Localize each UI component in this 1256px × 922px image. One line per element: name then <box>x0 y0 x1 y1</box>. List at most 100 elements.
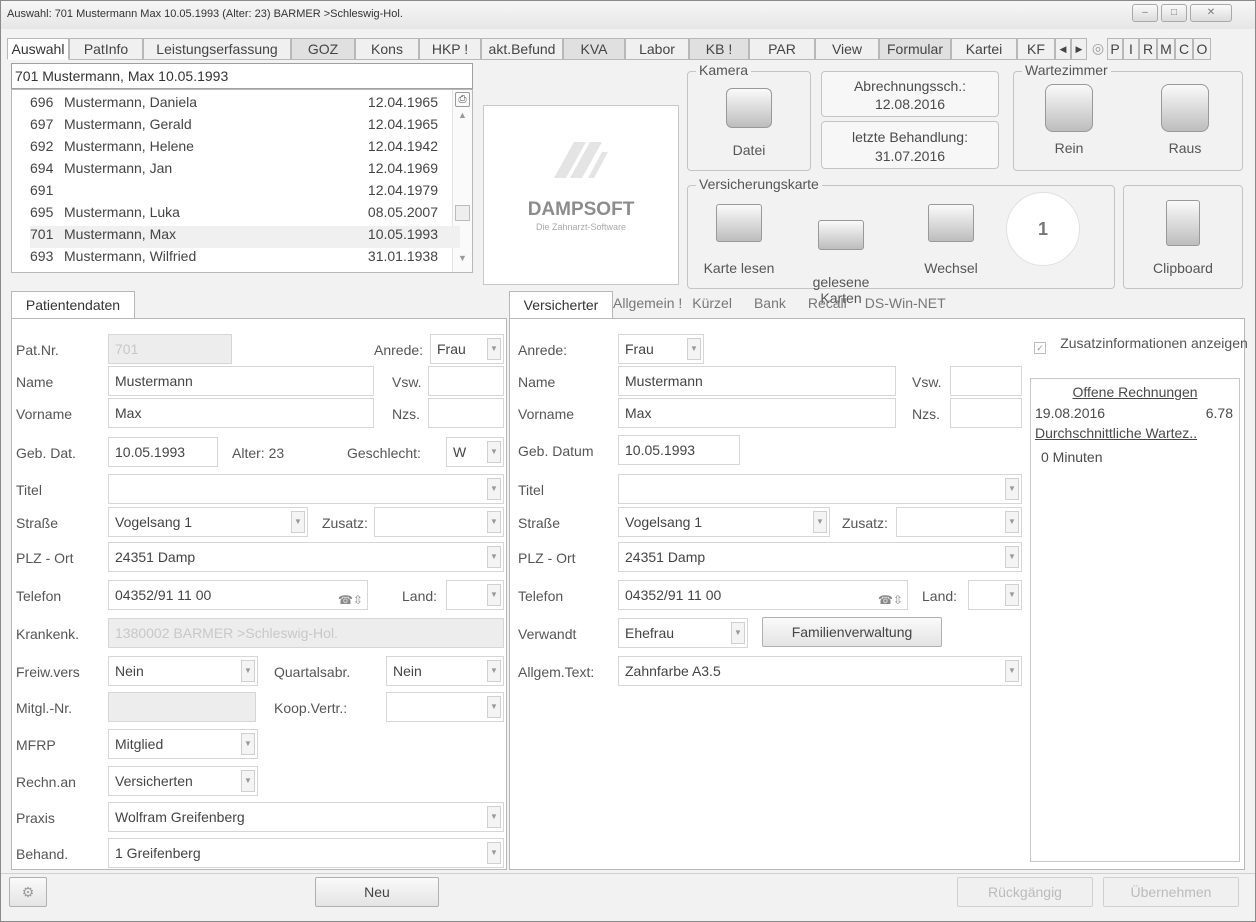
tab-kartei[interactable]: Kartei <box>951 38 1017 60</box>
chevron-down-icon[interactable]: ▼ <box>687 338 701 360</box>
vs-land-select[interactable]: ▼ <box>968 580 1022 610</box>
chevron-down-icon[interactable]: ▼ <box>1005 478 1019 500</box>
behand-select[interactable]: 1 Greifenberg ▼ <box>108 838 504 868</box>
tab-akt-befund[interactable]: akt.Befund <box>481 38 563 60</box>
tab-recall[interactable]: Recall <box>808 295 847 311</box>
chevron-down-icon[interactable]: ▼ <box>487 441 501 463</box>
plz-ort-select[interactable]: 24351 Damp ▼ <box>108 542 504 572</box>
chevron-down-icon[interactable]: ▼ <box>487 511 501 533</box>
land-select[interactable]: ▼ <box>446 580 504 610</box>
praxis-select[interactable]: Wolfram Greifenberg ▼ <box>108 802 504 832</box>
karte-lesen-button[interactable]: Karte lesen <box>698 204 780 276</box>
telefon-field[interactable]: 04352/91 11 00 ☎⇳ <box>108 580 368 610</box>
patient-list-item[interactable]: 694 Mustermann, Jan 12.04.1969 <box>30 160 460 182</box>
tab-patinfo[interactable]: PatInfo <box>69 38 143 60</box>
chevron-down-icon[interactable]: ▼ <box>487 842 501 864</box>
offene-rechnungen-link[interactable]: Offene Rechnungen <box>1031 384 1239 400</box>
chevron-down-icon[interactable]: ▼ <box>1005 660 1019 682</box>
nzs-field[interactable] <box>428 398 504 428</box>
vs-allgem-select[interactable]: Zahnfarbe A3.5 ▼ <box>618 656 1022 686</box>
strasse-select[interactable]: Vogelsang 1 ▼ <box>108 507 308 537</box>
vs-strasse-select[interactable]: Vogelsang 1 ▼ <box>618 507 830 537</box>
tab-letter-i[interactable]: I <box>1123 38 1139 60</box>
vs-geb-field[interactable]: 10.05.1993 <box>618 435 740 465</box>
mfrp-select[interactable]: Mitglied ▼ <box>108 729 258 759</box>
tab-auswahl[interactable]: Auswahl <box>7 38 69 60</box>
chevron-down-icon[interactable]: ▼ <box>487 546 501 568</box>
rueckgaengig-button[interactable]: Rückgängig <box>957 877 1093 907</box>
phone-icon[interactable]: ☎⇳ <box>338 586 363 609</box>
tab-labor[interactable]: Labor <box>625 38 689 60</box>
tab-ds-win-net[interactable]: DS-Win-NET <box>865 295 946 311</box>
familienverwaltung-button[interactable]: Familienverwaltung <box>762 617 942 647</box>
clipboard-button[interactable]: Clipboard <box>1123 185 1243 289</box>
freiw-select[interactable]: Nein ▼ <box>108 656 258 686</box>
phone-icon[interactable]: ☎⇳ <box>878 586 903 609</box>
datei-button[interactable]: Datei <box>688 88 810 158</box>
patient-list-item[interactable]: 696 Mustermann, Daniela 12.04.1965 <box>30 94 460 116</box>
vorname-field[interactable]: Max <box>108 398 374 428</box>
rechn-select[interactable]: Versicherten ▼ <box>108 766 258 796</box>
mitgl-field[interactable] <box>108 692 256 722</box>
chevron-down-icon[interactable]: ▼ <box>487 660 501 682</box>
tab-kf[interactable]: KF <box>1017 38 1055 60</box>
tab-leistungserfassung[interactable]: Leistungserfassung <box>143 38 291 60</box>
vs-anrede-select[interactable]: Frau ▼ <box>618 334 704 364</box>
tab-kb[interactable]: KB ! <box>689 38 749 60</box>
chevron-down-icon[interactable]: ▼ <box>1005 546 1019 568</box>
tab-letter-r[interactable]: R <box>1139 38 1157 60</box>
tab-scroll-left[interactable]: ◀ <box>1055 38 1071 60</box>
titel-select[interactable]: ▼ <box>108 474 504 504</box>
raus-button[interactable]: Raus <box>1140 84 1230 156</box>
patient-list-item[interactable]: 691 Mustermann, Leonie 12.04.1979 <box>30 182 460 204</box>
tab-letter-m[interactable]: M <box>1157 38 1175 60</box>
tab-letter-c[interactable]: C <box>1175 38 1193 60</box>
vs-nzs-field[interactable] <box>950 398 1022 428</box>
close-button[interactable]: ✕ <box>1190 4 1232 22</box>
patient-list-item[interactable]: 692 Mustermann, Helene 12.04.1942 <box>30 138 460 160</box>
wechsel-button[interactable]: Wechsel <box>910 204 992 276</box>
vsw-field[interactable] <box>428 366 504 396</box>
tab-formular[interactable]: Formular <box>879 38 951 60</box>
vs-verwandt-select[interactable]: Ehefrau ▼ <box>618 618 748 648</box>
patient-list-item[interactable]: 701 Mustermann, Max 10.05.1993 <box>30 226 460 248</box>
vs-vsw-field[interactable] <box>950 366 1022 396</box>
chevron-down-icon[interactable]: ▼ <box>487 478 501 500</box>
tab-view[interactable]: View <box>815 38 879 60</box>
vs-zusatz-select[interactable]: ▼ <box>896 507 1022 537</box>
chevron-down-icon[interactable]: ▼ <box>241 660 255 682</box>
chevron-down-icon[interactable]: ▼ <box>731 622 745 644</box>
tab-par[interactable]: PAR <box>749 38 815 60</box>
geschlecht-select[interactable]: W ▼ <box>446 437 504 467</box>
help-icon[interactable]: ◎ <box>1089 38 1107 60</box>
patient-list[interactable]: ⎙ ▲ ▼ 696 Mustermann, Daniela 12.04.1965 69… <box>11 89 473 273</box>
chevron-down-icon[interactable]: ▼ <box>487 584 501 606</box>
tab-hkp[interactable]: HKP ! <box>419 38 481 60</box>
anrede-select[interactable]: Frau ▼ <box>430 334 504 364</box>
tab-kons[interactable]: Kons <box>355 38 419 60</box>
name-field[interactable]: Mustermann <box>108 366 374 396</box>
zusatz-select[interactable]: ▼ <box>374 507 504 537</box>
tab-versicherter[interactable]: Versicherter <box>509 291 613 319</box>
tab-goz[interactable]: GOZ <box>291 38 355 60</box>
tab-scroll-right[interactable]: ▶ <box>1071 38 1087 60</box>
vs-telefon-field[interactable]: 04352/91 11 00 ☎⇳ <box>618 580 908 610</box>
koop-select[interactable]: ▼ <box>386 692 504 722</box>
patient-list-item[interactable]: 695 Mustermann, Luka 08.05.2007 <box>30 204 460 226</box>
chevron-down-icon[interactable]: ▼ <box>487 338 501 360</box>
minimize-button[interactable]: – <box>1132 4 1158 22</box>
chevron-down-icon[interactable]: ▼ <box>487 696 501 718</box>
maximize-button[interactable]: □ <box>1161 4 1187 22</box>
quartal-select[interactable]: Nein ▼ <box>386 656 504 686</box>
tab-letter-o[interactable]: O <box>1193 38 1211 60</box>
chevron-down-icon[interactable]: ▼ <box>241 770 255 792</box>
chevron-down-icon[interactable]: ▼ <box>813 511 827 533</box>
zusatz-checkbox[interactable]: ✓ <box>1034 342 1046 354</box>
vs-vorname-field[interactable]: Max <box>618 398 896 428</box>
patient-list-item[interactable]: 693 Mustermann, Wilfried 31.01.1938 <box>30 248 460 270</box>
vs-titel-select[interactable]: ▼ <box>618 474 1022 504</box>
chevron-down-icon[interactable]: ▼ <box>1005 584 1019 606</box>
tab-kuerzel[interactable]: Kürzel <box>692 295 732 311</box>
tab-patientendaten[interactable]: Patientendaten <box>11 291 135 319</box>
uebernehmen-button[interactable]: Übernehmen <box>1103 877 1239 907</box>
